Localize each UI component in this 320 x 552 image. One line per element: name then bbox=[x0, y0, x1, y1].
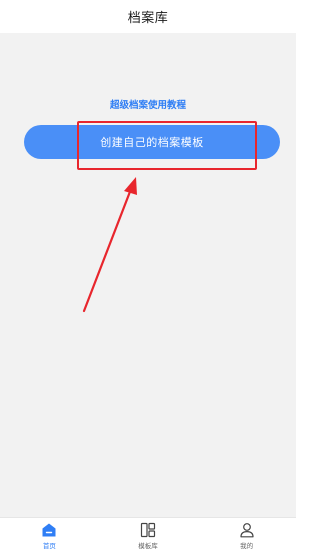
tutorial-link[interactable]: 超级档案使用教程 bbox=[0, 97, 296, 111]
tab-home-label: 首页 bbox=[42, 542, 56, 550]
create-template-button[interactable]: 创建自己的档案模板 bbox=[24, 125, 280, 159]
tab-mine-label: 我的 bbox=[240, 542, 254, 550]
top-navbar: 档案库 bbox=[0, 0, 296, 33]
page-title: 档案库 bbox=[127, 11, 169, 26]
user-icon bbox=[240, 523, 254, 538]
home-icon bbox=[42, 523, 56, 537]
tab-template-library[interactable]: 模板库 bbox=[99, 518, 198, 552]
bottom-tab-bar: 首页 模板库 我的 bbox=[0, 517, 296, 552]
create-template-label: 创建自己的档案模板 bbox=[100, 136, 204, 149]
main-content: 超级档案使用教程 创建自己的档案模板 bbox=[0, 33, 296, 517]
tab-template-library-label: 模板库 bbox=[138, 542, 158, 550]
tab-mine[interactable]: 我的 bbox=[197, 518, 296, 552]
tab-home[interactable]: 首页 bbox=[0, 518, 99, 552]
template-grid-icon bbox=[140, 522, 156, 538]
